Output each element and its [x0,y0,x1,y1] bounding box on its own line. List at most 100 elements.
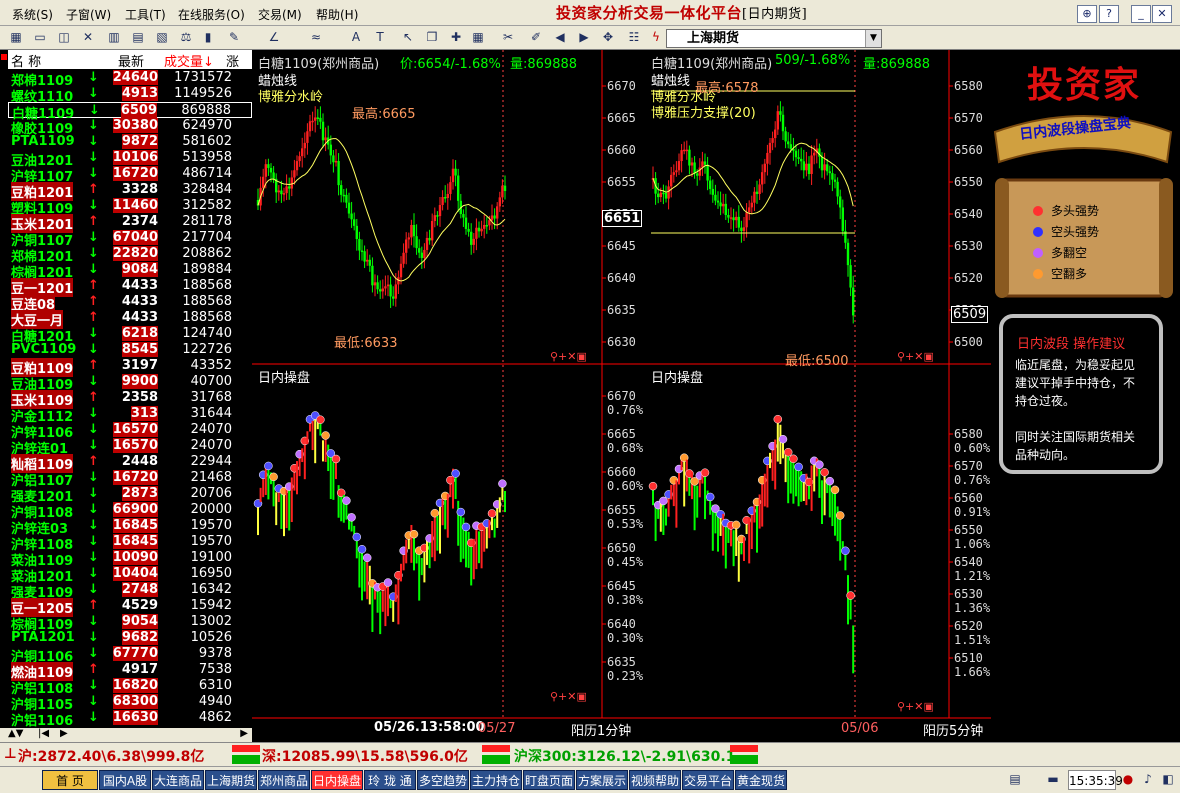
table-icon[interactable]: ▧ [154,29,170,45]
split-icon[interactable]: ◫ [56,29,72,45]
quote-row[interactable]: 燃油1109 ↑ 4917 7538 [8,662,252,681]
indicator-icon[interactable]: ▤ [130,29,146,45]
quote-scrollbar[interactable]: ▲▼ |◀ ▶ ▶ [0,728,252,742]
quote-row[interactable]: 螺纹1110 ↓ 4913 1149526 [8,86,252,105]
crosshair-icon[interactable]: ✚ [448,29,464,45]
quote-row[interactable]: 沪铝1107 ↓ 16720 21468 [8,470,252,489]
keyboard-icon[interactable]: ▤ [1006,771,1024,787]
tab-6[interactable]: 玲 珑 通 [364,770,416,790]
quote-row[interactable]: 沪锌1107 ↓ 16720 486714 [8,166,252,185]
quote-row[interactable]: 白糖1201 ↓ 6218 124740 [8,326,252,345]
col-extra[interactable]: 涨 [226,51,239,70]
close-window-icon[interactable]: ✕ [80,29,96,45]
prev-icon[interactable]: ◀ [552,29,568,45]
pen-icon[interactable]: ✐ [528,29,544,45]
tray-icon[interactable]: ◧ [1160,771,1176,787]
quote-row[interactable]: 白糖1109 ↓ 6509 869888 [8,102,252,122]
quote-row[interactable]: 沪铝1108 ↓ 16820 6310 [8,678,252,697]
quote-row[interactable]: 棕榈1201 ↓ 9084 189884 [8,262,252,281]
scroll-left-icon[interactable]: ▲▼ [8,728,23,739]
tab-9[interactable]: 盯盘页面 [523,770,575,790]
menu-tools[interactable]: 工具(T) [125,6,166,23]
quote-row[interactable]: 棕榈1109 ↓ 9054 13002 [8,614,252,633]
tab-13[interactable]: 黄金现货 [735,770,787,790]
tab-2[interactable]: 大连商品 [152,770,204,790]
quote-row[interactable]: 大豆一月 ↑ 4433 188568 [8,310,252,329]
quote-row[interactable]: 沪锌1108 ↓ 16845 19570 [8,534,252,553]
cursor-icon[interactable]: ↖ [400,29,416,45]
quote-row[interactable]: PVC1109 ↓ 8545 122726 [8,342,252,358]
quote-row[interactable]: 郑棉1109 ↓ 24640 1731572 [8,70,252,89]
scroll-first-icon[interactable]: |◀ [38,728,49,739]
menu-online-service[interactable]: 在线服务(O) [178,6,245,23]
minimize-icon[interactable]: _ [1131,5,1151,23]
tab-1[interactable]: 国内A股 [99,770,151,790]
quote-row[interactable]: 豆一1201 ↑ 4433 188568 [8,278,252,297]
quote-row[interactable]: 豆油1201 ↓ 10106 513958 [8,150,252,169]
quote-row[interactable]: 郑棉1201 ↓ 22820 208862 [8,246,252,265]
restore-icon[interactable]: ⊕ [1077,5,1097,23]
close-icon[interactable]: ✕ [1152,5,1172,23]
text-tool-icon[interactable]: A [348,29,364,45]
record-icon[interactable]: ● [1120,771,1136,787]
quote-row[interactable]: 菜油1201 ↓ 10404 16950 [8,566,252,585]
quote-row[interactable]: 菜油1109 ↓ 10090 19100 [8,550,252,569]
scroll-right-icon[interactable]: ▶ [240,728,248,739]
quote-row[interactable]: 沪锌连01 ↓ 16570 24070 [8,438,252,457]
right-chart-svg[interactable]: 6580 6570 6560 6550 6540 6530 6520 6510 6500 6580… [645,50,991,742]
quote-row[interactable]: 橡胶1109 ↓ 30380 624970 [8,118,252,137]
quote-row[interactable]: 沪铜1105 ↓ 68300 4940 [8,694,252,713]
window-icon[interactable]: ▭ [32,29,48,45]
tab-12[interactable]: 交易平台 [682,770,734,790]
sound-icon[interactable]: ♪ [1140,771,1156,787]
left-zoom-icon[interactable]: ⚲+✕▣ [550,350,587,363]
quote-row[interactable]: 豆油1109 ↓ 9900 40700 [8,374,252,393]
lightning-icon[interactable]: ϟ [648,29,664,45]
status-sz[interactable]: 深:12085.99\15.58\596.0亿 [262,746,468,766]
tab-3[interactable]: 上海期货 [205,770,257,790]
copy-icon[interactable]: ❐ [424,29,440,45]
grid-icon[interactable]: ▦ [8,29,24,45]
left-chart-svg[interactable]: 6670 6665 6660 6655 6650 6645 6640 6635 6630 6670… [252,50,645,742]
quote-row[interactable]: 豆连08 ↑ 4433 188568 [8,294,252,313]
menu-trade[interactable]: 交易(M) [258,6,302,23]
quote-row[interactable]: 强麦1201 ↓ 2873 20706 [8,486,252,505]
tools-icon[interactable]: ✂ [500,29,516,45]
quote-row[interactable]: 豆粕1109 ↑ 3197 43352 [8,358,252,377]
scroll-next-icon[interactable]: ▶ [60,728,68,739]
col-latest[interactable]: 最新 [118,51,144,70]
tab-5[interactable]: 日内操盘 [311,770,363,790]
move-icon[interactable]: ✥ [600,29,616,45]
quote-row[interactable]: 籼稻1109 ↑ 2448 22944 [8,454,252,473]
quote-row[interactable]: 沪铝1106 ↓ 16630 4862 [8,710,252,729]
draw-icon[interactable]: ✎ [226,29,242,45]
menu-help[interactable]: 帮助(H) [316,6,358,23]
help-icon[interactable]: ? [1099,5,1119,23]
candle-icon[interactable]: ▮ [200,29,216,45]
tab-11[interactable]: 视频帮助 [629,770,681,790]
right-zoom-icon[interactable]: ⚲+✕▣ [897,350,934,363]
col-name[interactable]: 名 称 [11,51,41,70]
quote-row[interactable]: 沪铜1108 ↓ 66900 20000 [8,502,252,521]
quote-row[interactable]: 沪金1112 ↓ 313 31644 [8,406,252,425]
quote-row[interactable]: 玉米1201 ↑ 2374 281178 [8,214,252,233]
exchange-select[interactable]: 上海期货 ▼ [666,29,882,48]
menu-subwindow[interactable]: 子窗(W) [66,6,111,23]
tab-4[interactable]: 郑州商品 [258,770,310,790]
tab-7[interactable]: 多空趋势 [417,770,469,790]
bar-chart-icon[interactable]: ▥ [106,29,122,45]
left-lower-zoom-icon[interactable]: ⚲+✕▣ [550,690,587,703]
col-volume[interactable]: 成交量↓ [164,51,214,70]
quote-row[interactable]: 沪锌1106 ↓ 16570 24070 [8,422,252,441]
quote-row[interactable]: 豆粕1201 ↑ 3328 328484 [8,182,252,201]
right-lower-zoom-icon[interactable]: ⚲+✕▣ [897,700,934,713]
chevron-down-icon[interactable]: ▼ [865,30,881,47]
tab-10[interactable]: 方案展示 [576,770,628,790]
calc-icon[interactable]: ▦ [470,29,486,45]
tab-8[interactable]: 主力持仓 [470,770,522,790]
quote-row[interactable]: PTA1201 ↓ 9682 10526 [8,630,252,646]
quote-row[interactable]: 沪锌连03 ↓ 16845 19570 [8,518,252,537]
scale-icon[interactable]: ⚖ [178,29,194,45]
status-hs300[interactable]: 沪深300:3126.12\-2.91\630.1 [514,746,735,766]
quote-row[interactable]: 强麦1109 ↓ 2748 16342 [8,582,252,601]
